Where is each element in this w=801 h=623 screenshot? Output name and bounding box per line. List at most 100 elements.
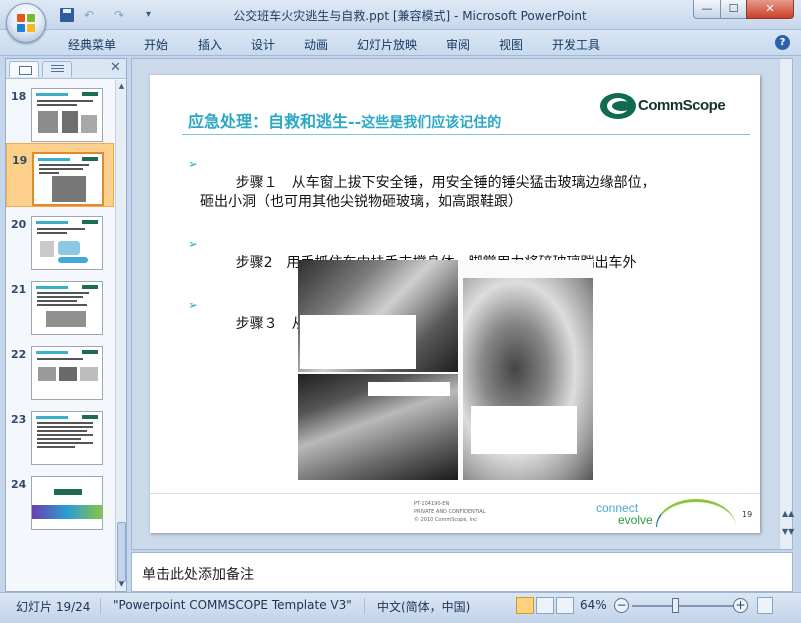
- outline-tab-icon[interactable]: [42, 61, 72, 77]
- bullet-step-1: ➢ 步骤１ 从车窗上拔下安全锤，用安全锤的锤尖猛击玻璃边缘部位， 砸出小洞（也可用…: [188, 155, 728, 231]
- zoom-out-button[interactable]: −: [614, 598, 629, 613]
- slide-number: 24: [11, 478, 27, 491]
- customize-quick-access-icon[interactable]: ▾: [146, 7, 151, 23]
- slide-page-number: 19: [742, 510, 753, 519]
- bullet-arrow-icon: ➢: [188, 237, 199, 251]
- tab-review[interactable]: 审阅: [446, 36, 470, 53]
- title-bar: ↶ ↷ ▾ 公交班车火灾逃生与自救.ppt [兼容模式] - Microsoft…: [0, 0, 801, 30]
- slide-show-view-button[interactable]: [556, 597, 574, 614]
- evolve-text: evolve: [618, 513, 653, 527]
- undo-icon[interactable]: ↶: [84, 7, 94, 23]
- status-bar: 幻灯片 19/24 "Powerpoint COMMSCOPE Template…: [0, 592, 801, 623]
- escape-photo-collage[interactable]: [298, 260, 593, 480]
- confidential-footer: PT-104190-EN PRIVATE AND CONFIDENTIAL © …: [414, 500, 486, 524]
- photo-remove-hammer: [298, 260, 458, 372]
- slide-number: 21: [11, 283, 27, 296]
- slide-thumbnail-18[interactable]: 18: [6, 80, 114, 144]
- footer-doc-id: PT-104190-EN: [414, 501, 450, 507]
- thumbnail-list: 18 19 20 21 22 23 24: [6, 80, 114, 591]
- slide-thumbnail-21[interactable]: 21: [6, 273, 114, 337]
- tab-developer[interactable]: 开发工具: [552, 36, 600, 53]
- bullet-arrow-icon: ➢: [188, 157, 199, 171]
- slides-pane-scrollbar[interactable]: ▲ ▼: [115, 80, 126, 591]
- commscope-logo: CommScope: [600, 92, 750, 122]
- slide-preview: [31, 346, 103, 400]
- redo-icon[interactable]: ↷: [114, 7, 124, 23]
- photo-kick-window: [463, 278, 593, 480]
- slide-thumbnail-22[interactable]: 22: [6, 338, 114, 402]
- slide-title[interactable]: 应急处理：自救和逃生--这些是我们应该记住的: [188, 108, 501, 132]
- slide-number: 19: [12, 154, 28, 167]
- help-icon[interactable]: ?: [775, 35, 790, 50]
- previous-slide-icon[interactable]: ▲▲: [782, 509, 794, 518]
- tab-slide-show[interactable]: 幻灯片放映: [357, 36, 417, 53]
- tab-classic-menu[interactable]: 经典菜单: [68, 36, 116, 53]
- zoom-slider-handle[interactable]: [672, 598, 679, 613]
- photo-climb-out: [298, 374, 458, 480]
- slide-title-tail: 这些是我们应该记住的: [361, 115, 502, 131]
- notes-placeholder: 单击此处添加备注: [142, 567, 254, 583]
- connect-evolve-logo: connect evolve: [596, 499, 736, 531]
- bullet-text: 步骤１ 从车窗上拔下安全锤，用安全锤的锤尖猛击玻璃边缘部位， 砸出小洞（也可用其…: [200, 175, 656, 210]
- slide-number: 22: [11, 348, 27, 361]
- slide-thumbnail-19[interactable]: 19: [6, 143, 114, 207]
- slide-thumbnail-24[interactable]: 24: [6, 468, 114, 532]
- close-button[interactable]: ✕: [746, 0, 794, 19]
- slide-preview: [31, 476, 103, 530]
- notes-pane[interactable]: 单击此处添加备注: [131, 552, 793, 592]
- tab-home[interactable]: 开始: [144, 36, 168, 53]
- slide-title-main: 应急处理：自救和逃生--: [188, 112, 362, 131]
- zoom-slider-track[interactable]: [632, 605, 734, 607]
- slide-preview: [31, 88, 103, 142]
- scroll-down-arrow-icon[interactable]: ▼: [117, 580, 126, 589]
- template-name[interactable]: "Powerpoint COMMSCOPE Template V3": [113, 598, 352, 612]
- slides-pane-tabs: ✕: [6, 59, 126, 79]
- tab-view[interactable]: 视图: [499, 36, 523, 53]
- tab-animations[interactable]: 动画: [304, 36, 328, 53]
- save-icon[interactable]: [60, 8, 74, 22]
- slide-canvas[interactable]: 应急处理：自救和逃生--这些是我们应该记住的 CommScope ➢ 步骤１ 从车…: [150, 75, 760, 533]
- slides-tab-icon[interactable]: [9, 61, 39, 77]
- minimize-button[interactable]: —: [693, 0, 721, 19]
- zoom-in-button[interactable]: +: [733, 598, 748, 613]
- commscope-mark-icon: [600, 93, 636, 119]
- tab-insert[interactable]: 插入: [198, 36, 222, 53]
- title-divider: [182, 134, 750, 135]
- footer-copyright: © 2010 CommScope, Inc: [414, 517, 477, 523]
- tab-design[interactable]: 设计: [251, 36, 275, 53]
- footer-confidential: PRIVATE AND CONFIDENTIAL: [414, 509, 486, 515]
- normal-view-button[interactable]: [516, 597, 534, 614]
- slide-editing-area: 应急处理：自救和逃生--这些是我们应该记住的 CommScope ➢ 步骤１ 从车…: [131, 58, 794, 550]
- close-pane-icon[interactable]: ✕: [110, 60, 121, 75]
- slide-preview: [31, 216, 103, 270]
- language-indicator[interactable]: 中文(简体，中国): [377, 598, 470, 615]
- office-logo-icon: [17, 14, 36, 33]
- commscope-logo-text: CommScope: [638, 97, 726, 114]
- next-slide-icon[interactable]: ▼▼: [782, 527, 794, 536]
- swoosh-icon: [656, 499, 736, 527]
- office-button[interactable]: [6, 3, 46, 43]
- fit-to-window-button[interactable]: [757, 597, 773, 614]
- slide-number: 18: [11, 90, 27, 103]
- status-separator: [100, 598, 101, 614]
- slide-counter: 幻灯片 19/24: [16, 600, 91, 614]
- slide-sorter-view-button[interactable]: [536, 597, 554, 614]
- slides-pane: ✕ 18 19 20 21 22 23 24 ▲ ▼: [5, 58, 127, 592]
- bullet-arrow-icon: ➢: [188, 298, 199, 312]
- slide-preview: [31, 281, 103, 335]
- footer-divider: [150, 493, 760, 494]
- slide-number: 20: [11, 218, 27, 231]
- window-title: 公交班车火灾逃生与自救.ppt [兼容模式] - Microsoft Power…: [233, 9, 587, 23]
- ribbon-tab-bar: 经典菜单 开始 插入 设计 动画 幻灯片放映 审阅 视图 开发工具 ?: [0, 30, 801, 56]
- status-separator: [364, 598, 365, 614]
- maximize-button[interactable]: ☐: [720, 0, 747, 19]
- slide-thumbnail-23[interactable]: 23: [6, 403, 114, 467]
- slide-number: 23: [11, 413, 27, 426]
- slide-area-scrollbar[interactable]: ▲▲ ▼▼: [779, 59, 794, 549]
- scroll-thumb[interactable]: [117, 522, 126, 582]
- slide-thumbnail-20[interactable]: 20: [6, 208, 114, 272]
- scroll-up-arrow-icon[interactable]: ▲: [117, 82, 126, 91]
- slide-preview: [32, 152, 104, 206]
- zoom-level[interactable]: 64%: [580, 598, 607, 612]
- slide-preview: [31, 411, 103, 465]
